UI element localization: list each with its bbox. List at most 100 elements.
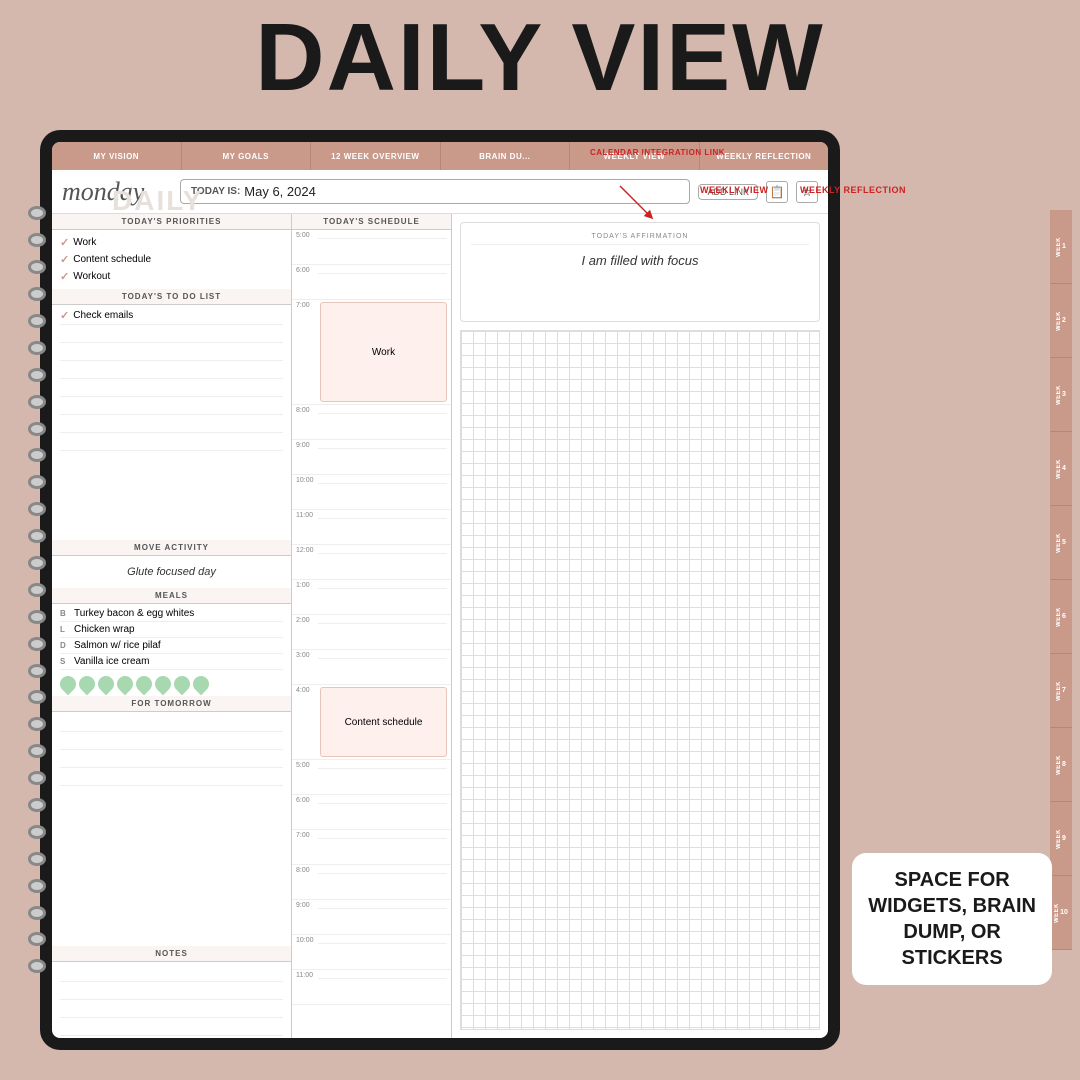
move-section: Glute focused day bbox=[52, 556, 291, 588]
schedule-column: TODAY'S SCHEDULE 5:00 6:00 7:00 bbox=[292, 214, 452, 1038]
slot-time: 12:00 bbox=[296, 545, 318, 554]
water-drop bbox=[171, 672, 194, 695]
right-column: TODAY'S AFFIRMATION I am filled with foc… bbox=[452, 214, 828, 1038]
week-tab-7[interactable]: WEEK 7 bbox=[1050, 654, 1072, 728]
week-tab-num: 1 bbox=[1062, 243, 1066, 250]
slot-line bbox=[318, 413, 447, 414]
week-tab-10[interactable]: WEEK 10 bbox=[1050, 876, 1072, 950]
affirmation-text: I am filled with focus bbox=[471, 253, 809, 268]
checkmark-icon: ✓ bbox=[60, 270, 69, 283]
week-tab-text: WEEK bbox=[1056, 607, 1062, 627]
slot-line bbox=[318, 448, 447, 449]
meal-label-b: B bbox=[60, 609, 70, 618]
notes-line bbox=[60, 982, 283, 1000]
week-tab-text: WEEK bbox=[1056, 459, 1062, 479]
for-tomorrow-header: FOR TOMORROW bbox=[52, 696, 291, 712]
week-tab-text: WEEK bbox=[1054, 903, 1060, 923]
meal-text: Chicken wrap bbox=[74, 624, 135, 635]
checkmark-icon: ✓ bbox=[60, 236, 69, 249]
slot-time: 10:00 bbox=[296, 935, 318, 944]
slot-time: 6:00 bbox=[296, 795, 318, 804]
slot-line bbox=[318, 768, 447, 769]
tab-my-goals[interactable]: MY GOALS bbox=[182, 142, 312, 170]
week-tab-2[interactable]: WEEK 2 bbox=[1050, 284, 1072, 358]
priority-text: Workout bbox=[73, 271, 110, 282]
move-activity-header: MOVE ACTIVITY bbox=[52, 540, 291, 556]
widgets-label-text: SPACE FORWIDGETS, BRAINDUMP, ORSTICKERS bbox=[868, 869, 1036, 969]
todo-text: Check emails bbox=[73, 310, 133, 321]
week-tab-6[interactable]: WEEK 6 bbox=[1050, 580, 1072, 654]
move-text: Glute focused day bbox=[60, 560, 283, 584]
schedule-slot-1100b: 11:00 bbox=[292, 970, 451, 1005]
week-tab-9[interactable]: WEEK 9 bbox=[1050, 802, 1072, 876]
for-tomorrow-line bbox=[60, 750, 283, 768]
schedule-slot-900b: 9:00 bbox=[292, 900, 451, 935]
tablet-device: MY VISION MY GOALS 12 WEEK OVERVIEW BRAI… bbox=[40, 130, 840, 1050]
week-tab-4[interactable]: WEEK 4 bbox=[1050, 432, 1072, 506]
tab-my-vision[interactable]: MY VISION bbox=[52, 142, 182, 170]
week-tab-num: 7 bbox=[1062, 687, 1066, 694]
notes-line bbox=[60, 964, 283, 982]
for-tomorrow-line bbox=[60, 732, 283, 750]
water-drop bbox=[190, 672, 213, 695]
week-tab-num: 3 bbox=[1062, 391, 1066, 398]
slot-line bbox=[318, 943, 447, 944]
week-tab-8[interactable]: WEEK 8 bbox=[1050, 728, 1072, 802]
water-drop bbox=[76, 672, 99, 695]
slot-time: 11:00 bbox=[296, 510, 318, 519]
todo-empty-line bbox=[60, 397, 283, 415]
week-tab-num: 9 bbox=[1062, 835, 1066, 842]
schedule-slot-400: 4:00 Content schedule bbox=[292, 685, 451, 760]
slot-time: 6:00 bbox=[296, 265, 318, 274]
week-tab-num: 5 bbox=[1062, 539, 1066, 546]
slot-line bbox=[318, 873, 447, 874]
todo-empty-line bbox=[60, 361, 283, 379]
widgets-label: SPACE FORWIDGETS, BRAINDUMP, ORSTICKERS bbox=[852, 853, 1052, 985]
schedule-slot-1100: 11:00 bbox=[292, 510, 451, 545]
slot-line bbox=[318, 553, 447, 554]
today-box: TODAY IS: May 6, 2024 bbox=[180, 179, 690, 204]
left-column: TODAY'S PRIORITIES ✓ Work ✓ Content sche… bbox=[52, 214, 292, 1038]
slot-time: 8:00 bbox=[296, 405, 318, 414]
todo-item: ✓ Check emails bbox=[60, 307, 283, 325]
calendar-icon[interactable]: 📋 bbox=[766, 181, 788, 203]
slot-time: 9:00 bbox=[296, 900, 318, 909]
meal-text: Salmon w/ rice pilaf bbox=[74, 640, 161, 651]
slot-time: 2:00 bbox=[296, 615, 318, 624]
schedule-slot-1200: 12:00 bbox=[292, 545, 451, 580]
week-tab-1[interactable]: WEEK 1 bbox=[1050, 210, 1072, 284]
week-tab-num: 2 bbox=[1062, 317, 1066, 324]
tab-brain-dump[interactable]: BRAIN DU... bbox=[441, 142, 571, 170]
schedule-header: TODAY'S SCHEDULE bbox=[292, 214, 451, 230]
schedule-slot-300: 3:00 bbox=[292, 650, 451, 685]
water-drop bbox=[95, 672, 118, 695]
for-tomorrow-line bbox=[60, 714, 283, 732]
water-drop bbox=[57, 672, 80, 695]
todo-list: ✓ Check emails bbox=[52, 305, 291, 540]
slot-line bbox=[318, 518, 447, 519]
water-drop bbox=[152, 672, 175, 695]
slot-time: 5:00 bbox=[296, 760, 318, 769]
schedule-slot-700b: 7:00 bbox=[292, 830, 451, 865]
slot-time: 7:00 bbox=[296, 300, 318, 309]
checkmark-icon: ✓ bbox=[60, 253, 69, 266]
water-drop bbox=[114, 672, 137, 695]
priority-text: Work bbox=[73, 237, 96, 248]
tab-12-week[interactable]: 12 WEEK OVERVIEW bbox=[311, 142, 441, 170]
meal-text: Vanilla ice cream bbox=[74, 656, 149, 667]
todo-empty-line bbox=[60, 325, 283, 343]
affirmation-header: TODAY'S AFFIRMATION bbox=[471, 233, 809, 245]
week-tabs: WEEK 1 WEEK 2 WEEK 3 WEEK 4 WEEK 5 WEEK … bbox=[1050, 210, 1072, 950]
slot-line bbox=[318, 908, 447, 909]
water-drop bbox=[133, 672, 156, 695]
notes-header: NOTES bbox=[52, 946, 291, 962]
week-tab-text: WEEK bbox=[1056, 385, 1062, 405]
meal-label-d: D bbox=[60, 641, 70, 650]
meals-header: MEALS bbox=[52, 588, 291, 604]
priority-text: Content schedule bbox=[73, 254, 151, 265]
week-tab-text: WEEK bbox=[1056, 533, 1062, 553]
week-tab-5[interactable]: WEEK 5 bbox=[1050, 506, 1072, 580]
today-date: May 6, 2024 bbox=[244, 184, 316, 199]
week-tab-3[interactable]: WEEK 3 bbox=[1050, 358, 1072, 432]
meal-label-l: L bbox=[60, 625, 70, 634]
